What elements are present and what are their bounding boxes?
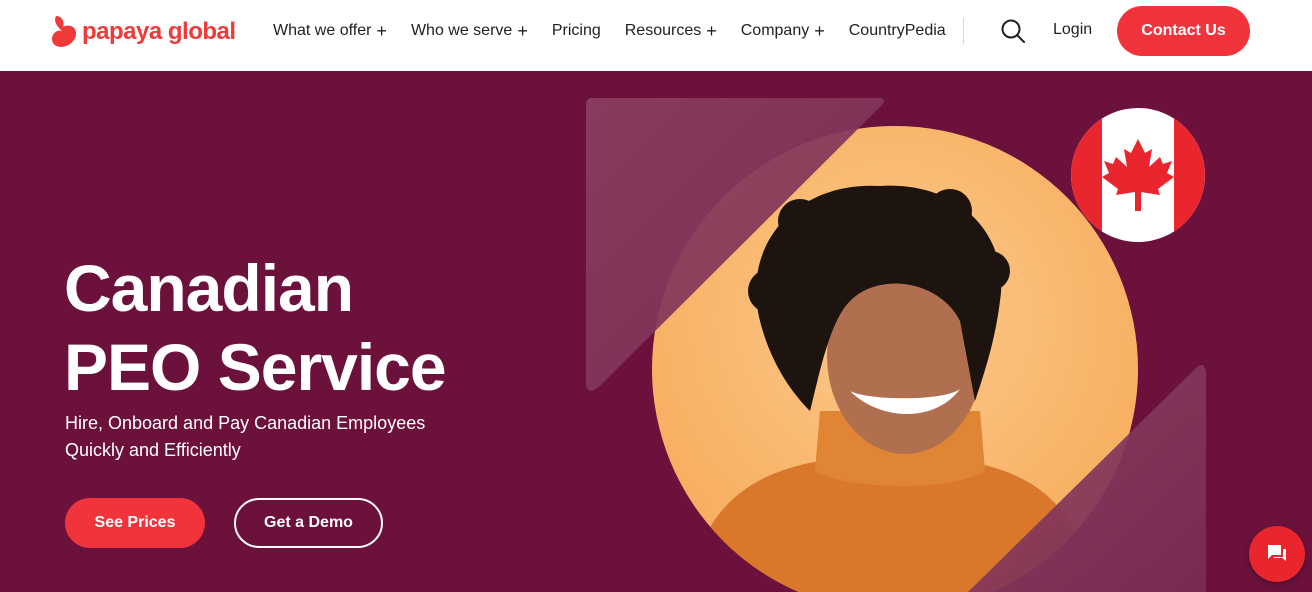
hero-title: Canadian PEO Service <box>64 249 447 407</box>
nav-item-label: What we offer <box>273 22 372 39</box>
contact-us-button[interactable]: Contact Us <box>1117 6 1250 56</box>
nav-item-label: Who we serve <box>410 22 513 39</box>
papaya-logo-icon <box>51 16 77 47</box>
nav-item-resources[interactable]: Resources + <box>625 22 717 40</box>
nav-item-countrypedia[interactable]: CountryPedia <box>849 22 946 40</box>
hero-title-line-1: Canadian <box>64 251 354 325</box>
chat-icon <box>1268 545 1286 561</box>
hero-subtitle: Hire, Onboard and Pay Canadian Employees… <box>65 410 465 464</box>
hero-subtitle-line-1: Hire, Onboard and Pay Canadian Employees <box>65 413 426 433</box>
see-prices-button[interactable]: See Prices <box>65 498 205 548</box>
hero-subtitle-line-2: Quickly and Efficiently <box>65 440 241 460</box>
nav-item-label: Company <box>740 22 810 39</box>
main-nav: What we offer + Who we serve + Pricing R… <box>273 0 970 62</box>
brand-name: papaya global <box>82 18 236 45</box>
nav-divider <box>963 18 964 44</box>
get-a-demo-button[interactable]: Get a Demo <box>234 498 383 548</box>
site-header: papaya global What we offer + Who we ser… <box>0 0 1312 71</box>
plus-icon: + <box>376 21 387 41</box>
chat-widget-button[interactable] <box>1249 526 1305 582</box>
nav-item-label: Pricing <box>551 22 601 39</box>
plus-icon: + <box>517 21 528 41</box>
nav-item-label: CountryPedia <box>848 22 946 39</box>
hero-section: Canadian PEO Service Hire, Onboard and P… <box>0 71 1312 592</box>
search-icon[interactable] <box>1000 18 1026 44</box>
hero-title-line-2: PEO Service <box>64 330 447 404</box>
nav-item-label: Resources <box>624 22 702 39</box>
plus-icon: + <box>706 21 717 41</box>
nav-item-what-we-offer[interactable]: What we offer + <box>273 22 387 40</box>
nav-item-pricing[interactable]: Pricing <box>552 22 601 40</box>
nav-item-company[interactable]: Company + <box>741 22 825 40</box>
plus-icon: + <box>814 21 825 41</box>
nav-item-who-we-serve[interactable]: Who we serve + <box>411 22 528 40</box>
papaya-global-logo[interactable]: papaya global <box>50 14 236 50</box>
login-link[interactable]: Login <box>1053 21 1092 39</box>
